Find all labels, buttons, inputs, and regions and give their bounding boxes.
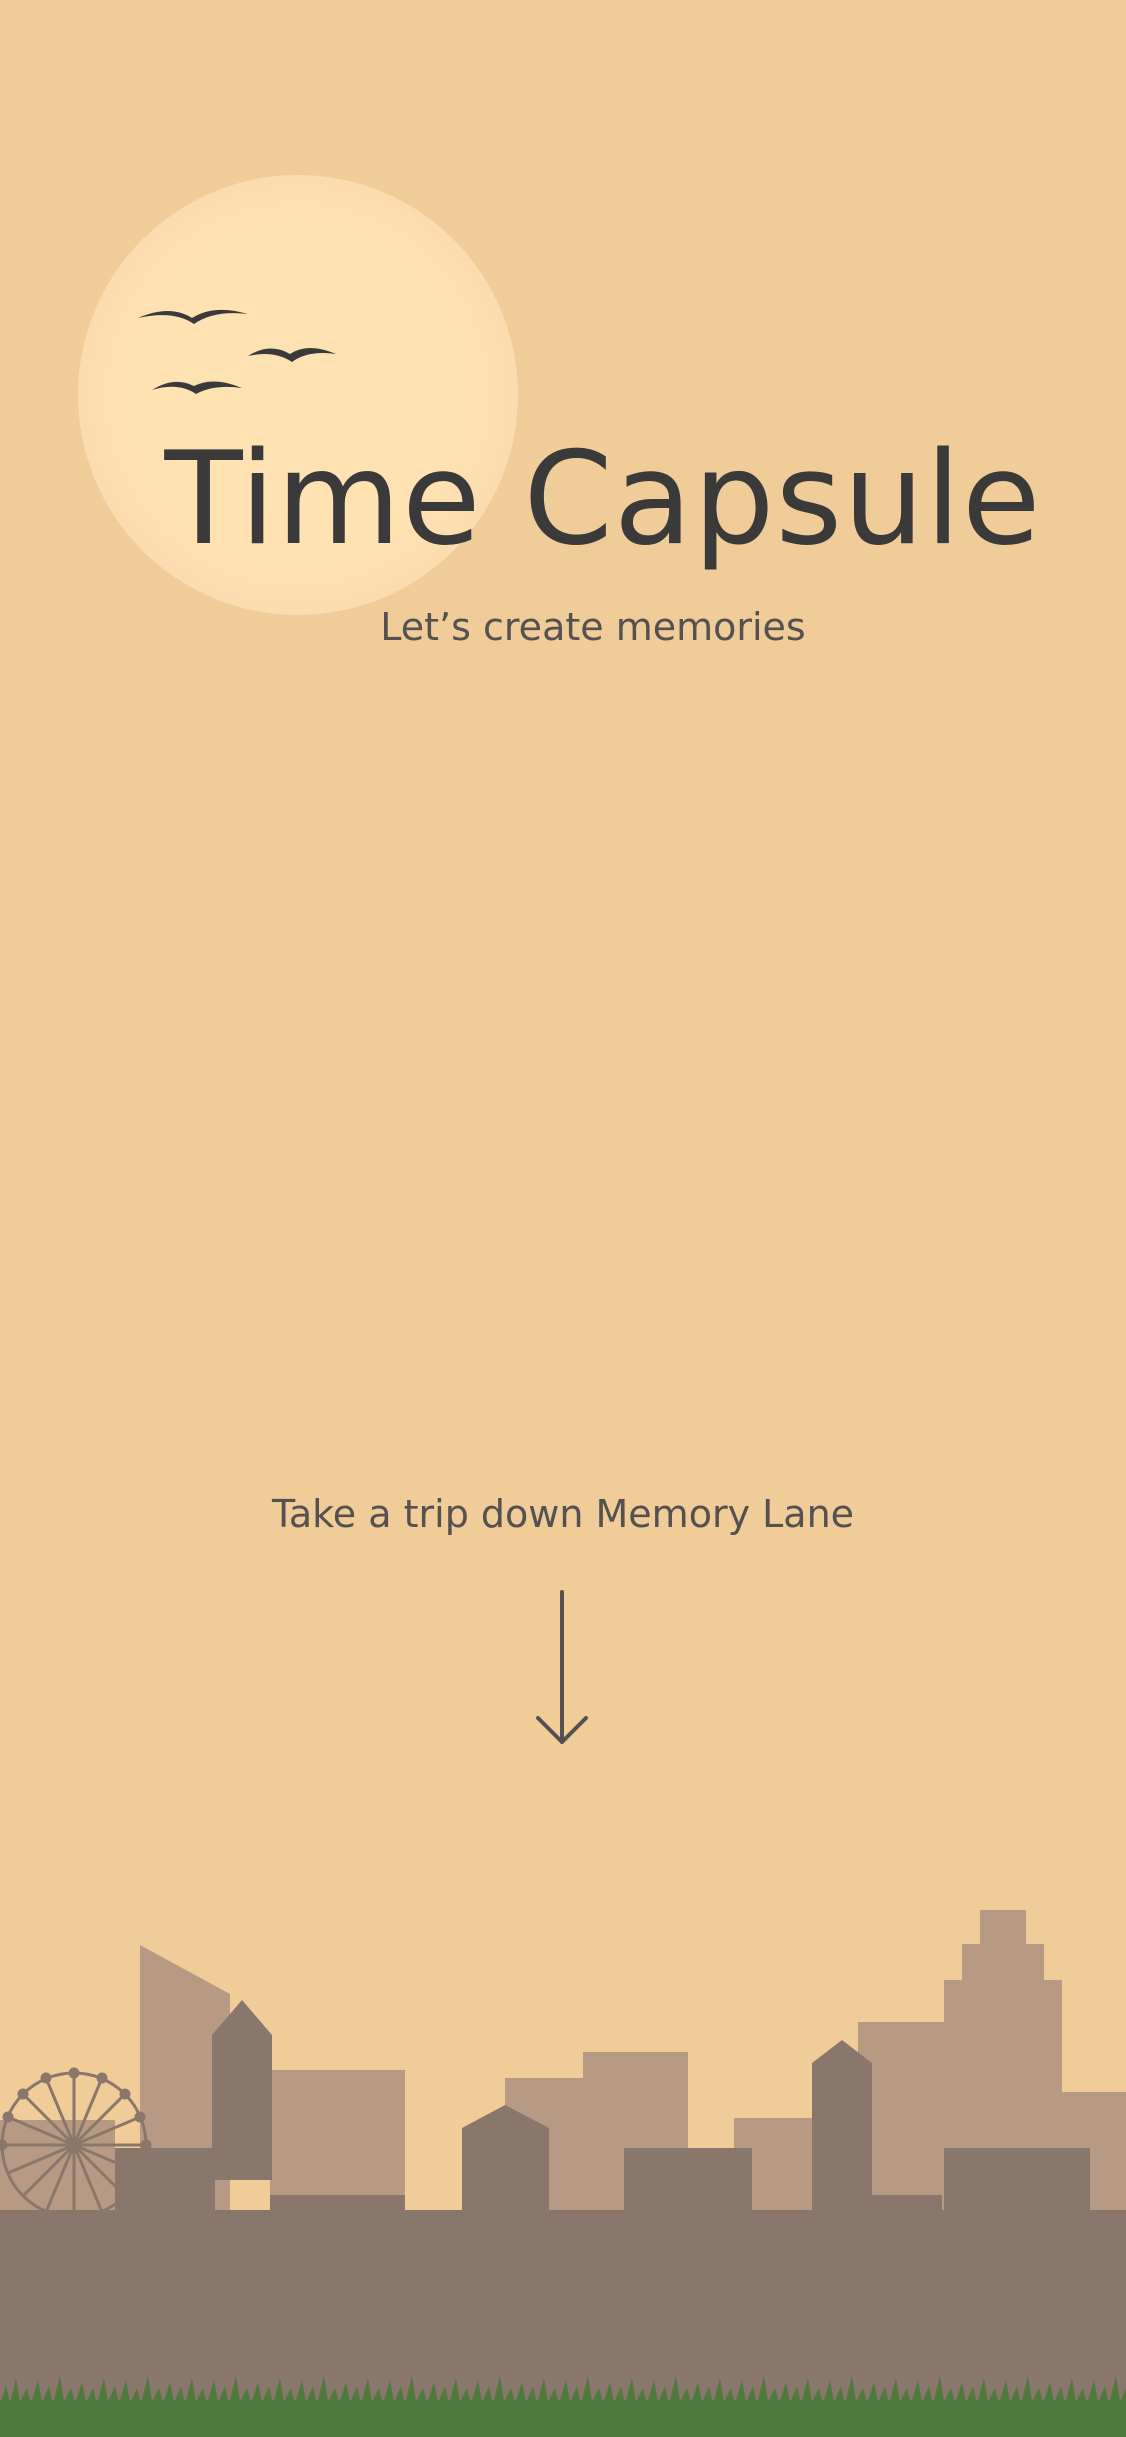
app-title: Time Capsule (164, 425, 1042, 574)
birds-icon (138, 309, 336, 394)
arrow-down-icon[interactable] (530, 1590, 594, 1750)
city-skyline (0, 1910, 1126, 2437)
app-subtitle: Let’s create memories (380, 605, 806, 649)
landing-page: Time Capsule Let’s create memories Take … (0, 0, 1126, 2437)
memory-lane-prompt: Take a trip down Memory Lane (271, 1492, 855, 1536)
